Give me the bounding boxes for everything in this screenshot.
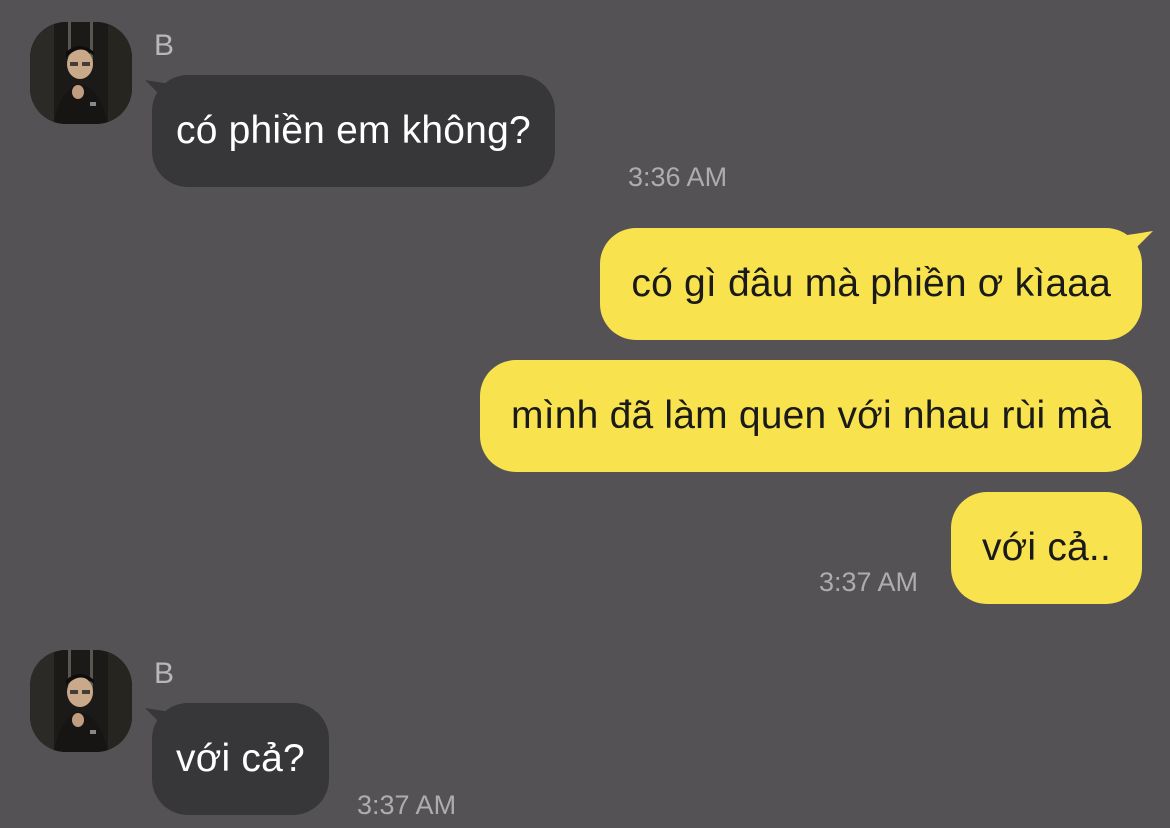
sender-name: B (154, 29, 175, 62)
message-timestamp: 3:36 AM (628, 162, 728, 192)
message-bubble-incoming[interactable]: với cả? (152, 703, 329, 815)
sender-name: B (154, 657, 175, 690)
contact-avatar[interactable] (30, 650, 132, 752)
message-timestamp: 3:37 AM (818, 567, 918, 597)
message-timestamp: 3:37 AM (357, 790, 457, 820)
profile-photo-icon (30, 650, 132, 752)
contact-avatar[interactable] (30, 22, 132, 124)
message-bubble-incoming[interactable]: có phiền em không? (152, 75, 555, 187)
message-bubble-outgoing[interactable]: mình đã làm quen với nhau rùi mà (480, 360, 1142, 472)
message-bubble-outgoing[interactable]: có gì đâu mà phiền ơ kìaaa (600, 228, 1142, 340)
message-bubble-outgoing[interactable]: với cả.. (950, 492, 1142, 604)
profile-photo-icon (30, 22, 132, 124)
